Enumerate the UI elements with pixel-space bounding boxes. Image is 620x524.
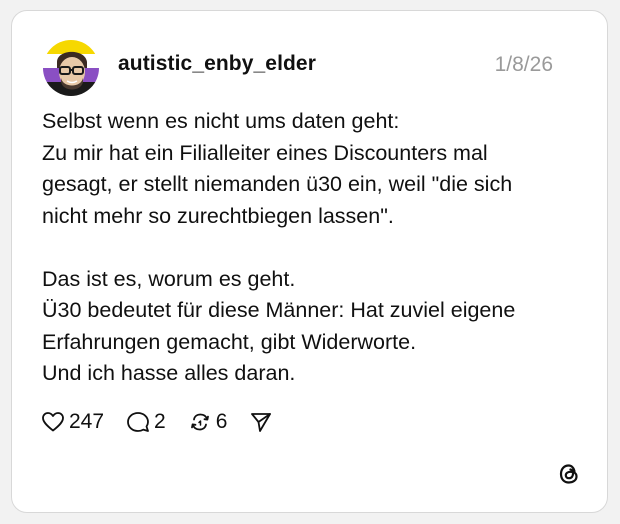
post-line: Zu mir hat ein Filialleiter eines Discou… — [42, 140, 488, 165]
post-line: nicht mehr so zurechtbiegen lassen". — [42, 203, 394, 228]
threads-logo-icon[interactable] — [555, 460, 583, 488]
avatar[interactable] — [43, 40, 99, 96]
post-line: Und ich hasse alles daran. — [42, 361, 296, 385]
like-button[interactable]: 247 — [41, 409, 104, 435]
heart-icon — [42, 412, 64, 432]
post-line: Das ist es, worum es geht. — [42, 266, 296, 291]
paper-plane-icon — [251, 413, 272, 432]
post-card: autistic_enby_elder 1/8/26 Selbst wenn e… — [11, 10, 608, 513]
post-line: gesagt, er stellt niemanden ü30 ein, wei… — [42, 172, 513, 196]
repost-button[interactable]: 6 — [188, 409, 228, 435]
post-line — [42, 232, 582, 264]
share-button[interactable] — [249, 410, 273, 434]
post-line: Ü30 bedeutet für diese Männer: Hat zuvie… — [42, 298, 516, 322]
like-count: 247 — [69, 410, 105, 433]
repost-icon — [190, 413, 209, 431]
reply-button[interactable]: 2 — [126, 409, 166, 435]
speech-bubble-icon — [127, 412, 149, 432]
post-date: 1/8/26 — [494, 53, 553, 76]
repost-count: 6 — [215, 410, 228, 433]
avatar-image — [43, 40, 99, 96]
post-line: Selbst wenn es nicht ums daten geht: — [42, 109, 400, 133]
post-body: Selbst wenn es nicht ums daten geht: Zu … — [42, 106, 582, 390]
reply-count: 2 — [154, 410, 166, 433]
action-bar: 247 2 6 — [41, 407, 295, 437]
username[interactable]: autistic_enby_elder — [118, 51, 316, 77]
post-line: Erfahrungen gemacht, gibt Widerworte. — [42, 329, 417, 354]
threads-logo-icon-glyph — [559, 464, 578, 484]
